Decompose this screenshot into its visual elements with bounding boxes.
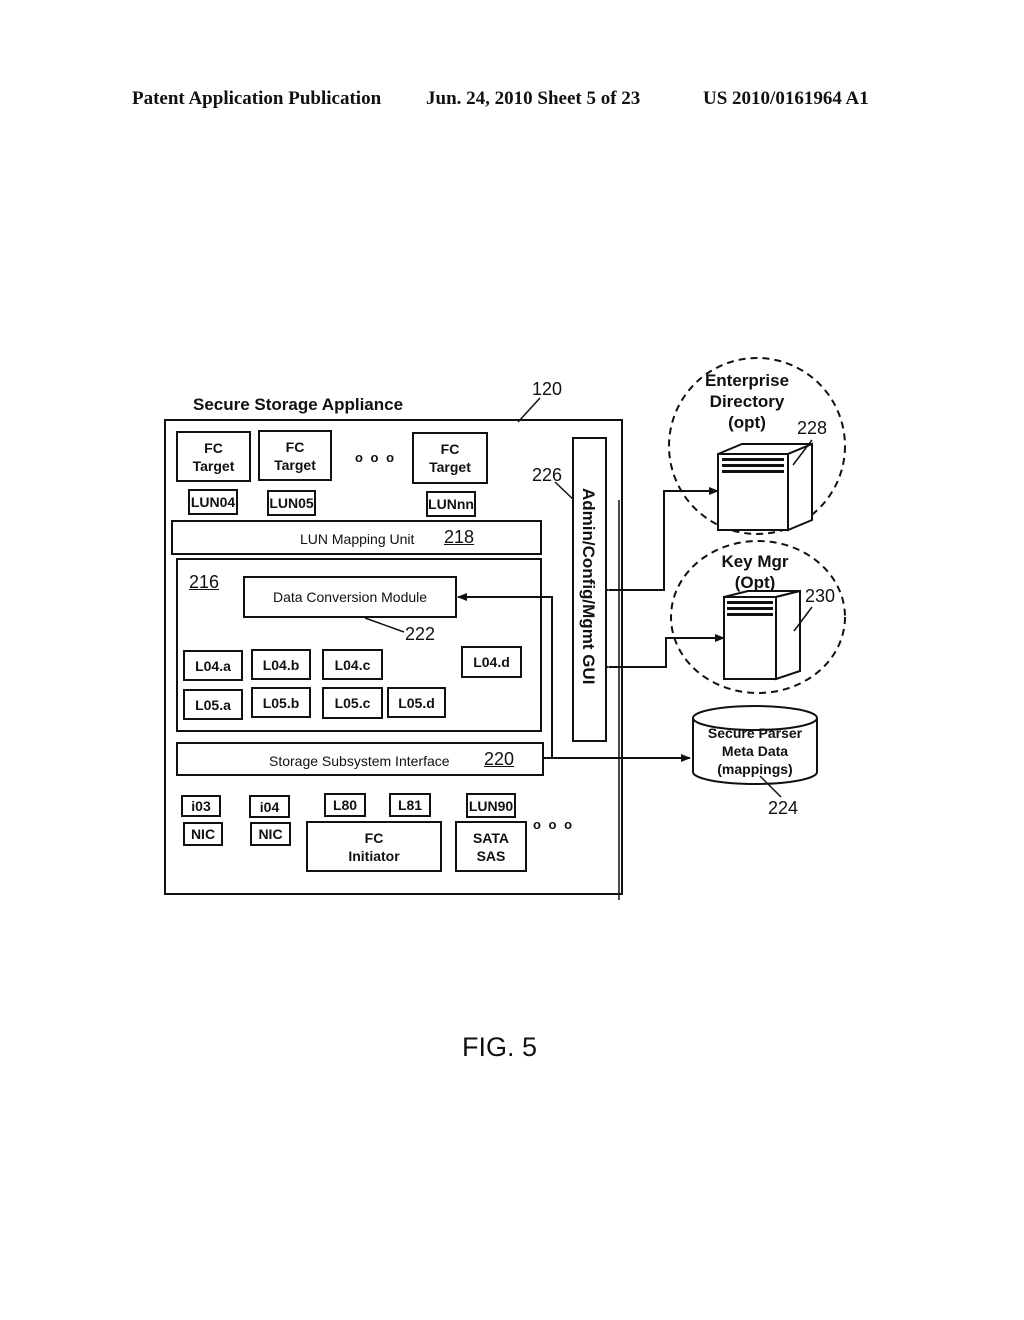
port-l81: L81: [389, 793, 431, 817]
ref-218: 218: [444, 527, 475, 547]
fc-target-2: FC Target: [258, 430, 332, 481]
fc-target-1-line2: Target: [192, 457, 235, 474]
lun-slice-l04b: L04.b: [251, 649, 311, 680]
lun-slice-l04c: L04.c: [322, 649, 383, 680]
port-l80: L80: [324, 793, 366, 817]
nic-2: NIC: [250, 822, 291, 846]
server-icon-230: [723, 589, 801, 681]
key-mgr-line2: (Opt): [734, 573, 776, 592]
ref-228: 228: [797, 418, 828, 438]
port-i03: i03: [181, 795, 221, 817]
metadata-line1: Secure Parser: [707, 725, 803, 741]
enterprise-directory-label: Enterprise Directory (opt): [697, 370, 797, 433]
metadata-label: Secure Parser Meta Data (mappings): [700, 724, 810, 778]
fc-target-2-line2: Target: [274, 456, 316, 473]
metadata-line2: Meta Data: [721, 743, 789, 759]
ref-120: 120: [532, 379, 563, 399]
ref-226: 226: [532, 465, 563, 485]
fc-target-ellipsis: o o o: [355, 450, 397, 465]
port-lun90: LUN90: [466, 793, 516, 818]
enterprise-directory-line2: Directory: [709, 392, 785, 411]
ref-216: 216: [189, 572, 220, 592]
bottom-ellipsis: o o o: [533, 817, 575, 832]
enterprise-directory-line1: Enterprise: [704, 371, 790, 390]
lun-slice-l05a: L05.a: [183, 689, 243, 720]
enterprise-directory-line3: (opt): [728, 413, 766, 432]
ref-230: 230: [805, 586, 836, 606]
metadata-line3: (mappings): [717, 761, 793, 777]
sata-sas: SATA SAS: [455, 821, 527, 872]
ref-222: 222: [405, 624, 436, 644]
storage-interface-label: Storage Subsystem Interface: [269, 753, 450, 769]
sata-line2: SAS: [476, 847, 506, 864]
figure-label: FIG. 5: [462, 1032, 538, 1062]
lun-mapping-unit: LUN Mapping Unit 218: [171, 520, 542, 555]
fc-target-2-line1: FC: [285, 438, 305, 455]
leader-120: [517, 397, 541, 423]
fc-initiator-line1: FC: [364, 829, 384, 846]
leader-222: [364, 617, 405, 633]
lun-slice-l05b: L05.b: [251, 687, 311, 718]
fc-target-3: FC Target: [412, 432, 488, 484]
keymgr-link: [600, 634, 725, 671]
lun-nn: LUNnn: [426, 491, 476, 517]
admin-gui-label: Admin/Config/Mgmt GUI: [579, 488, 598, 685]
fc-initiator: FC Initiator: [306, 821, 442, 872]
lun-mapping-label: LUN Mapping Unit: [300, 531, 415, 547]
nic-1: NIC: [183, 822, 223, 846]
lun-slice-l05c: L05.c: [322, 687, 383, 719]
lun-slice-l04d: L04.d: [461, 646, 522, 678]
fc-target-1: FC Target: [176, 431, 251, 482]
fc-target-3-line1: FC: [440, 441, 460, 457]
appliance-title: Secure Storage Appliance: [193, 395, 404, 414]
lun-04: LUN04: [188, 489, 238, 515]
port-i04: i04: [249, 795, 290, 818]
key-mgr-line1: Key Mgr: [721, 552, 789, 571]
directory-link: [600, 487, 719, 594]
data-conversion-module: Data Conversion Module: [243, 576, 457, 618]
ref-224: 224: [768, 798, 799, 818]
lun-05: LUN05: [267, 490, 316, 516]
sata-line1: SATA: [472, 829, 510, 846]
storage-subsystem-interface: Storage Subsystem Interface 220: [176, 742, 544, 776]
fc-target-1-line1: FC: [204, 439, 223, 456]
fc-initiator-line2: Initiator: [348, 847, 400, 864]
lun-slice-l05d: L05.d: [387, 687, 446, 718]
fc-target-3-line2: Target: [429, 459, 471, 475]
server-icon-228: [717, 442, 813, 532]
key-mgr-label: Key Mgr (Opt): [705, 551, 805, 593]
ref-220: 220: [484, 749, 515, 769]
lun-slice-l04a: L04.a: [183, 650, 243, 681]
